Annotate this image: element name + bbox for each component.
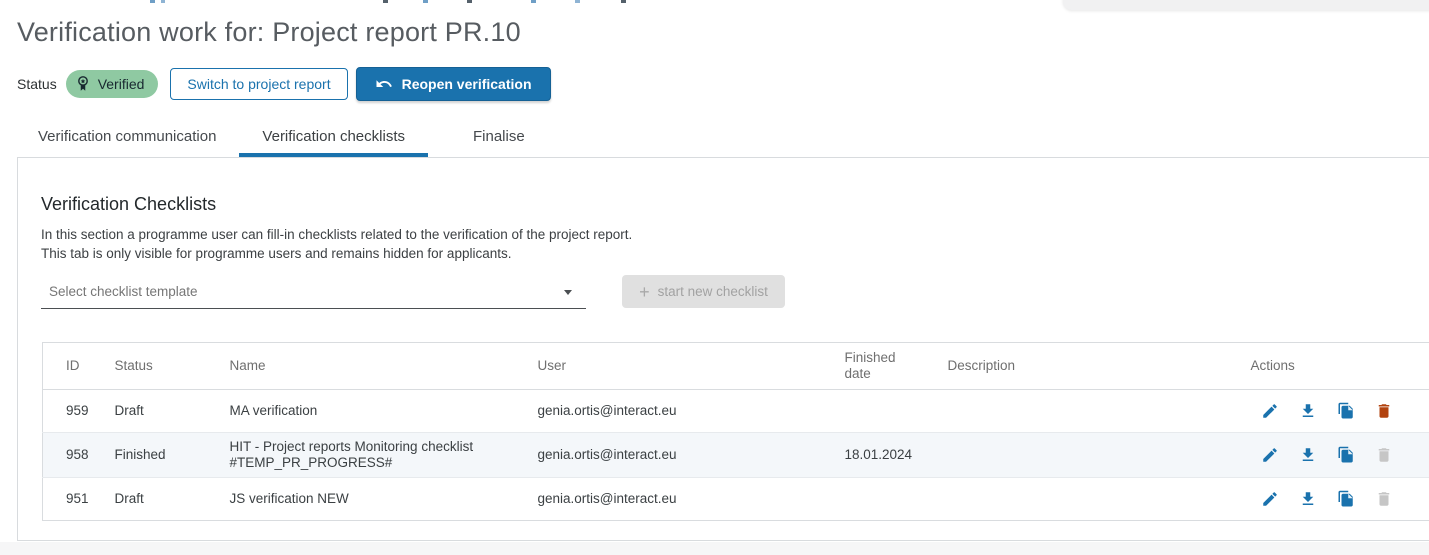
col-header-description: Description: [936, 343, 1239, 390]
cell-name: MA verification: [218, 390, 526, 433]
medal-icon: [74, 75, 92, 93]
download-icon: [1299, 446, 1317, 464]
col-header-actions: Actions: [1239, 343, 1429, 390]
clipped-mark: [531, 0, 536, 3]
tab-verification-communication[interactable]: Verification communication: [15, 120, 239, 157]
row-actions: [1251, 490, 1418, 508]
table-header-row: ID Status Name User Finished date Descri…: [43, 343, 1429, 390]
col-header-user: User: [526, 343, 833, 390]
clipped-top-right-panel: [1063, 0, 1429, 10]
table-row: 951 Draft JS verification NEW genia.orti…: [43, 478, 1429, 521]
undo-icon: [375, 75, 393, 93]
delete-button[interactable]: [1375, 446, 1393, 464]
copy-button[interactable]: [1337, 446, 1355, 464]
caret-down-icon: [564, 290, 572, 295]
edit-button[interactable]: [1261, 490, 1279, 508]
verification-checklists-panel: Verification Checklists In this section …: [17, 157, 1429, 541]
clipped-mark: [161, 0, 165, 3]
tab-bar: Verification communication Verification …: [15, 120, 548, 157]
status-badge-label: Verified: [98, 76, 145, 92]
status-badge: Verified: [66, 70, 159, 98]
pencil-icon: [1261, 490, 1279, 508]
clipped-mark: [383, 0, 388, 3]
row-actions: [1251, 446, 1418, 464]
trash-icon: [1375, 402, 1393, 420]
clipped-mark: [467, 0, 472, 3]
copy-button[interactable]: [1337, 402, 1355, 420]
switch-to-project-report-button[interactable]: Switch to project report: [170, 68, 347, 100]
page-bottom-strip: [0, 542, 1429, 555]
delete-button[interactable]: [1375, 490, 1393, 508]
cell-user: genia.ortis@interact.eu: [526, 433, 833, 478]
clipped-mark: [621, 0, 626, 3]
page-title: Verification work for: Project report PR…: [17, 17, 521, 48]
cell-status: Draft: [103, 478, 218, 521]
trash-icon: [1375, 446, 1393, 464]
tab-verification-checklists[interactable]: Verification checklists: [239, 120, 428, 157]
start-new-checklist-button[interactable]: + start new checklist: [622, 275, 785, 308]
cell-user: genia.ortis@interact.eu: [526, 478, 833, 521]
section-description-line1: In this section a programme user can fil…: [41, 225, 632, 244]
tab-finalise[interactable]: Finalise: [450, 120, 548, 157]
edit-button[interactable]: [1261, 446, 1279, 464]
download-button[interactable]: [1299, 402, 1317, 420]
start-new-checklist-label: start new checklist: [658, 284, 768, 299]
copy-icon: [1337, 446, 1355, 464]
copy-button[interactable]: [1337, 490, 1355, 508]
trash-icon: [1375, 490, 1393, 508]
cell-status: Draft: [103, 390, 218, 433]
reopen-verification-label: Reopen verification: [402, 76, 532, 92]
cell-status: Finished: [103, 433, 218, 478]
status-row: Status Verified Switch to project report…: [17, 67, 551, 101]
clipped-mark: [423, 0, 428, 3]
download-icon: [1299, 490, 1317, 508]
cell-name: JS verification NEW: [218, 478, 526, 521]
download-icon: [1299, 402, 1317, 420]
copy-icon: [1337, 490, 1355, 508]
pencil-icon: [1261, 446, 1279, 464]
col-header-finished-date: Finished date: [833, 343, 936, 390]
cell-user: genia.ortis@interact.eu: [526, 390, 833, 433]
row-actions: [1251, 402, 1418, 420]
col-header-id: ID: [43, 343, 103, 390]
plus-icon: +: [639, 283, 650, 301]
col-header-name: Name: [218, 343, 526, 390]
table-row: 959 Draft MA verification genia.ortis@in…: [43, 390, 1429, 433]
cell-description: [936, 390, 1239, 433]
col-header-status: Status: [103, 343, 218, 390]
checklists-table: ID Status Name User Finished date Descri…: [42, 342, 1429, 521]
checklist-template-select[interactable]: Select checklist template: [41, 275, 586, 309]
status-label: Status: [17, 76, 57, 92]
clipped-mark: [150, 0, 155, 3]
cell-id: 951: [43, 478, 103, 521]
cell-id: 958: [43, 433, 103, 478]
cell-finished-date: [833, 390, 936, 433]
copy-icon: [1337, 402, 1355, 420]
download-button[interactable]: [1299, 446, 1317, 464]
delete-button[interactable]: [1375, 402, 1393, 420]
download-button[interactable]: [1299, 490, 1317, 508]
cell-name: HIT - Project reports Monitoring checkli…: [218, 433, 526, 478]
pencil-icon: [1261, 402, 1279, 420]
section-heading: Verification Checklists: [41, 194, 216, 215]
page: Verification work for: Project report PR…: [0, 0, 1429, 555]
cell-finished-date: [833, 478, 936, 521]
checklist-template-placeholder: Select checklist template: [41, 284, 198, 299]
edit-button[interactable]: [1261, 402, 1279, 420]
cell-finished-date: 18.01.2024: [833, 433, 936, 478]
clipped-mark: [575, 0, 580, 3]
cell-id: 959: [43, 390, 103, 433]
table-row: 958 Finished HIT - Project reports Monit…: [43, 433, 1429, 478]
cell-description: [936, 478, 1239, 521]
reopen-verification-button[interactable]: Reopen verification: [356, 67, 551, 101]
section-description-line2: This tab is only visible for programme u…: [41, 244, 511, 263]
cell-description: [936, 433, 1239, 478]
